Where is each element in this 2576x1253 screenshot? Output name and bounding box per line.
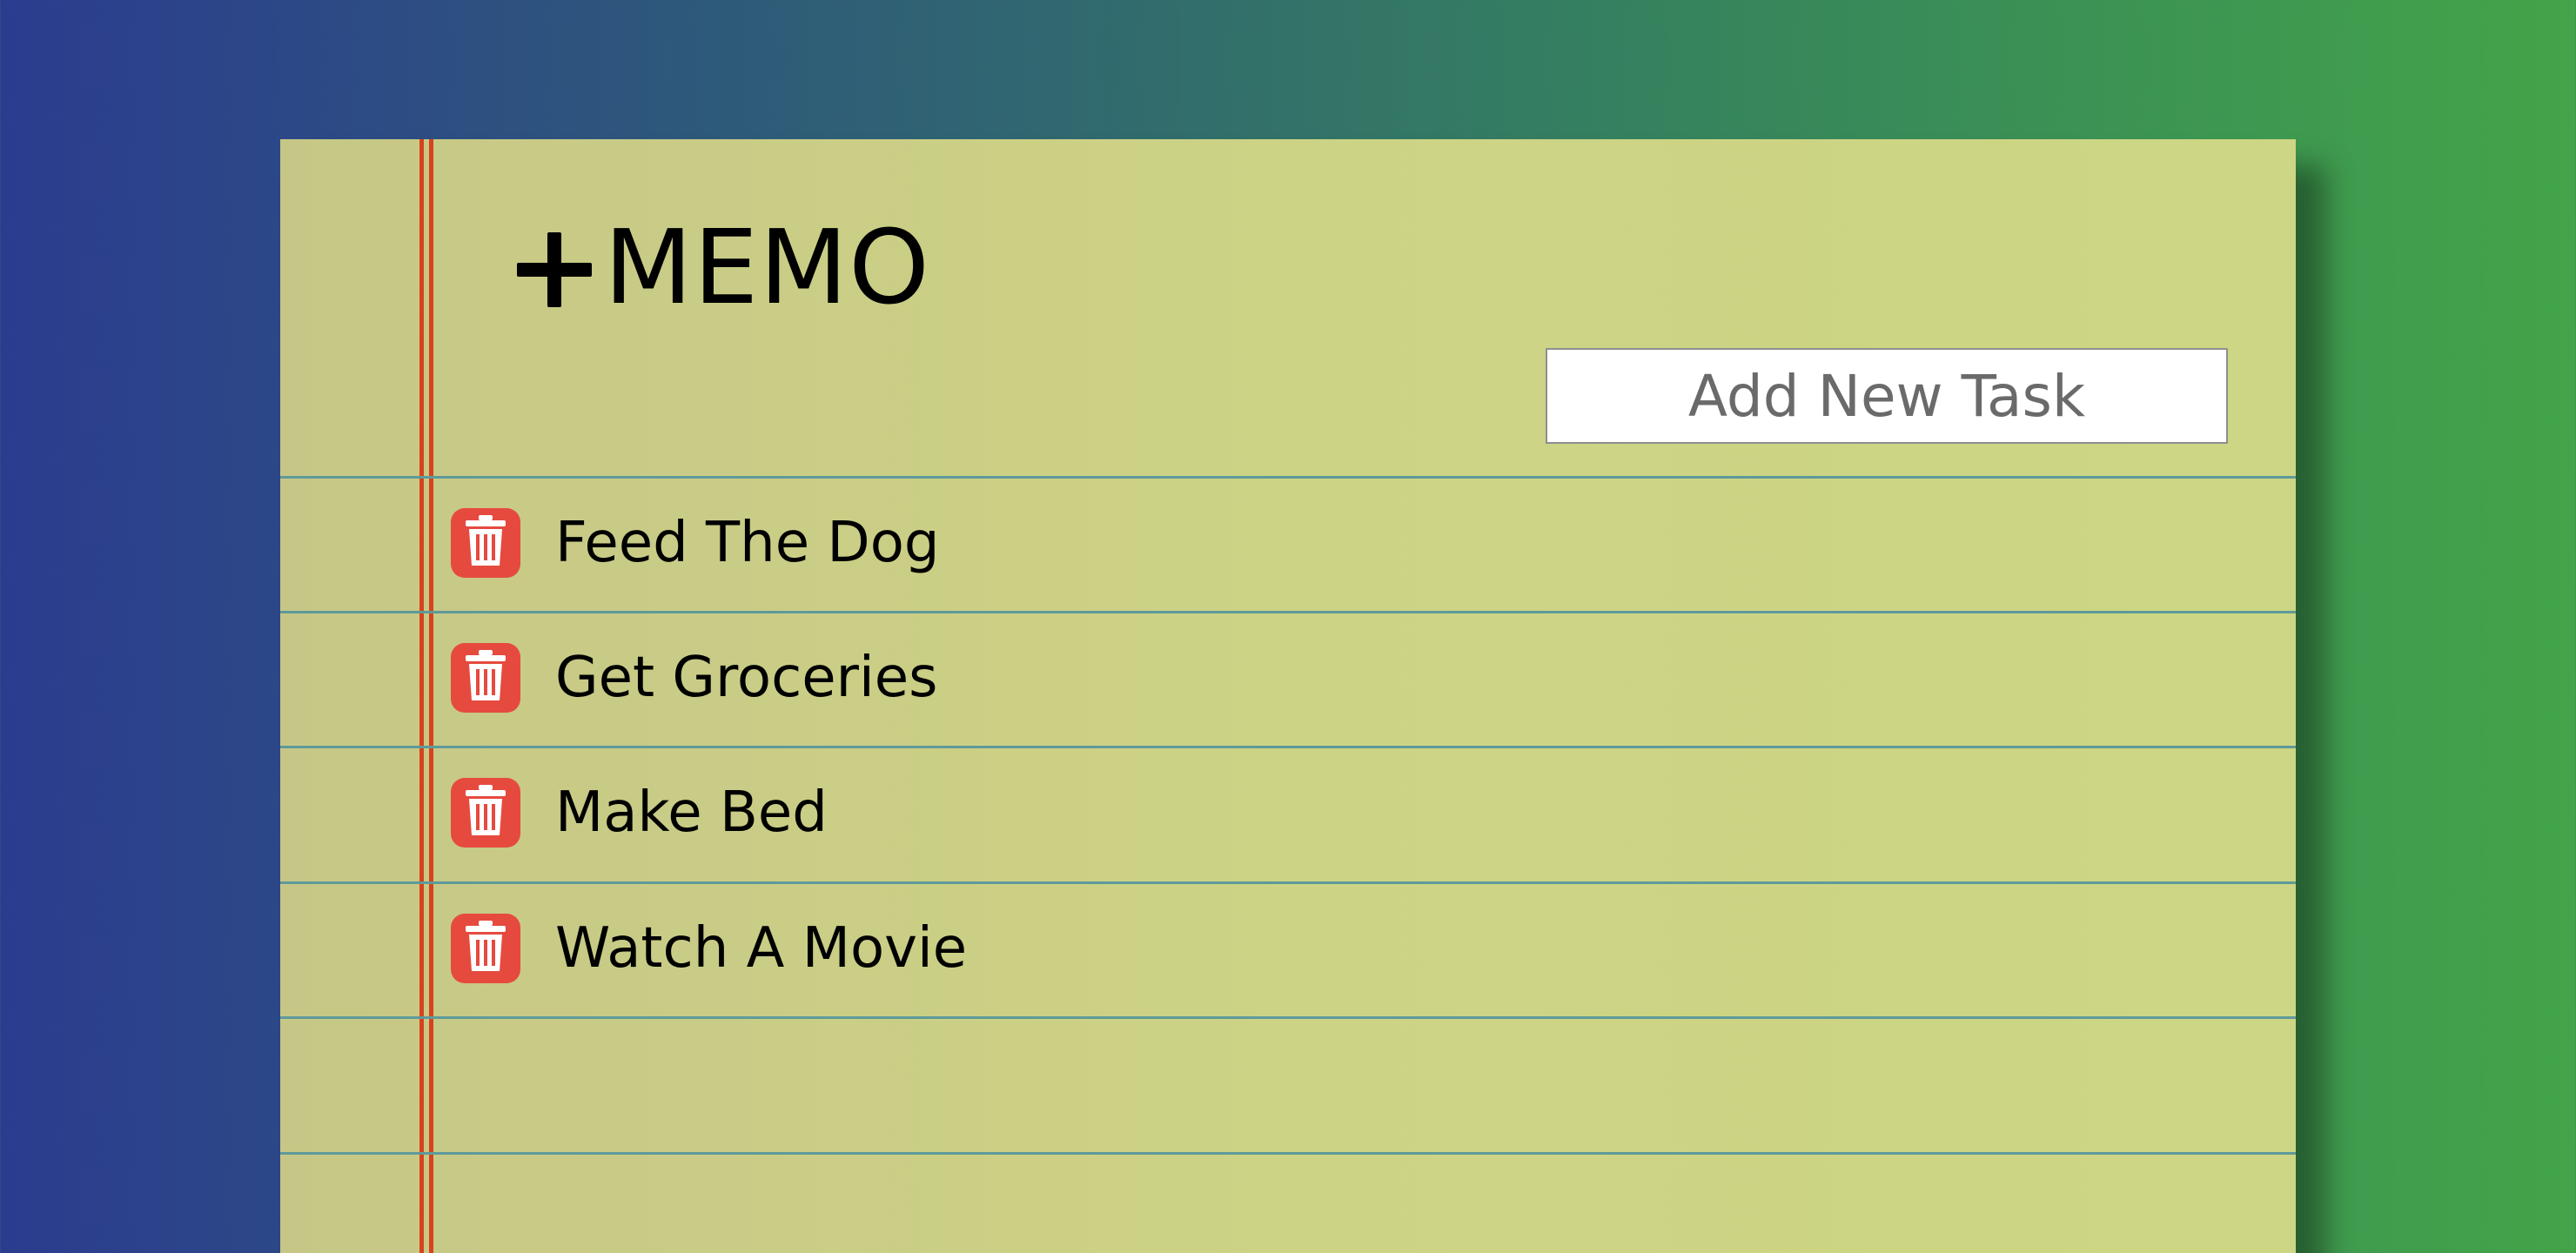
task-item: Watch A Movie	[451, 881, 967, 1015]
task-label: Make Bed	[555, 781, 828, 845]
margin-line-left	[419, 139, 424, 1253]
task-item: Make Bed	[451, 746, 828, 880]
rule-line	[280, 1016, 2296, 1019]
task-label: Feed The Dog	[555, 511, 940, 575]
page-title: MEMO	[604, 207, 931, 327]
margin-line-right	[429, 139, 433, 1253]
memo-header: MEMO	[517, 216, 930, 318]
task-item: Get Groceries	[451, 611, 937, 745]
rule-line	[280, 1152, 2296, 1155]
plus-icon[interactable]	[517, 232, 592, 307]
trash-icon	[464, 514, 507, 572]
trash-icon	[464, 649, 507, 707]
trash-icon	[464, 920, 507, 977]
trash-icon	[464, 784, 507, 841]
delete-task-button[interactable]	[451, 914, 520, 983]
task-label: Get Groceries	[555, 646, 938, 710]
add-task-input[interactable]	[1546, 348, 2228, 444]
task-item: Feed The Dog	[451, 476, 939, 610]
memo-pad: MEMO Feed The Dog	[280, 139, 2296, 1253]
task-label: Watch A Movie	[555, 916, 968, 981]
delete-task-button[interactable]	[451, 643, 520, 713]
delete-task-button[interactable]	[451, 508, 520, 578]
delete-task-button[interactable]	[451, 778, 520, 848]
